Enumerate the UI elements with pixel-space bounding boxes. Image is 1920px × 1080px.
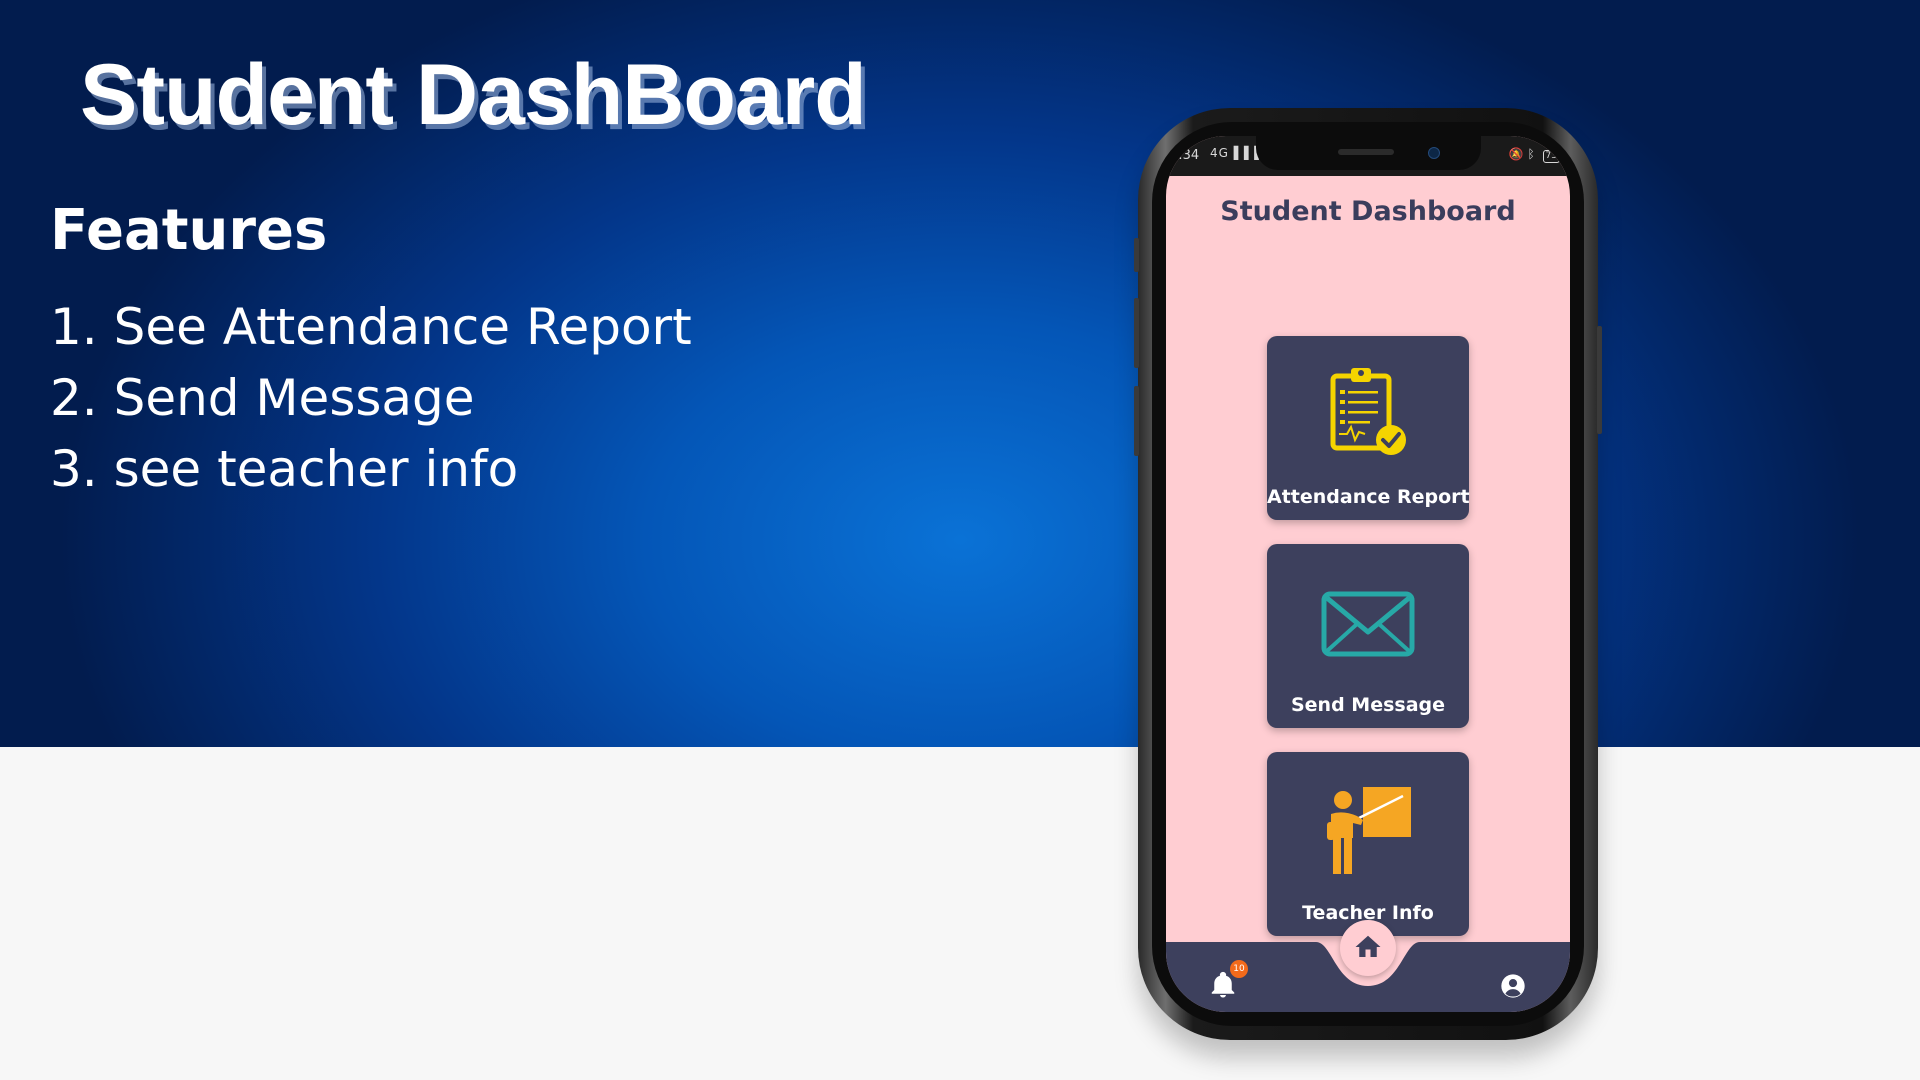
clipboard-check-icon [1330, 368, 1406, 455]
send-message-card[interactable]: Send Message [1267, 544, 1469, 728]
teacher-board-icon [1327, 787, 1411, 874]
silent-switch [1134, 238, 1139, 272]
app-title: Student Dashboard [1220, 196, 1516, 227]
battery-icon: 73 [1542, 150, 1560, 163]
feature-item: 1. See Attendance Report [50, 298, 692, 356]
phone-screen: 1:34 4G ▌▌▌ ▌▌▌ 🔕 ᛒ 73 Student Dashboard [1166, 136, 1570, 1012]
feature-item: 3. see teacher info [50, 440, 519, 498]
home-button[interactable] [1340, 920, 1396, 976]
front-camera [1428, 147, 1440, 159]
status-bar: 1:34 4G ▌▌▌ ▌▌▌ 🔕 ᛒ 73 [1166, 136, 1570, 176]
attendance-report-label: Attendance Report [1267, 486, 1470, 508]
hero-background: Student DashBoard Features 1. See Attend… [0, 0, 1920, 747]
promo-title: Student DashBoard [80, 47, 867, 143]
teacher-info-card[interactable]: Teacher Info [1267, 752, 1469, 936]
send-message-label: Send Message [1290, 694, 1446, 716]
bottom-navigation-bar: 10 [1166, 920, 1570, 1012]
envelope-icon [1321, 591, 1415, 657]
phone-mockup: 1:34 4G ▌▌▌ ▌▌▌ 🔕 ᛒ 73 Student Dashboard [1134, 108, 1602, 1040]
camera-notch [1256, 136, 1481, 170]
features-heading: Features [50, 198, 328, 263]
feature-list: 1. See Attendance Report 2. Send Message… [50, 292, 692, 505]
speaker-grille [1338, 149, 1394, 155]
volume-up-button [1134, 298, 1139, 368]
account-circle-icon[interactable] [1499, 972, 1527, 1000]
home-icon [1355, 935, 1381, 957]
volume-down-button [1134, 386, 1139, 456]
status-icons: 🔕 ᛒ 73 [1509, 147, 1560, 163]
feature-item: 2. Send Message [50, 369, 475, 427]
bluetooth-icon: ᛒ [1527, 147, 1535, 161]
status-time: 1:34 [1170, 148, 1200, 163]
mute-icon: 🔕 [1508, 147, 1524, 161]
notification-badge: 10 [1230, 960, 1248, 978]
attendance-report-card[interactable]: Attendance Report [1267, 336, 1470, 520]
power-button [1597, 326, 1602, 434]
